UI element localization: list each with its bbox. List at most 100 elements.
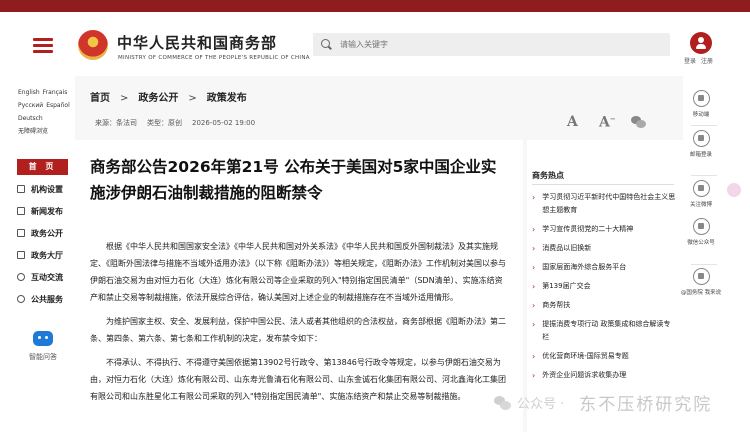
sidebar-item-government-affairs[interactable]: 政务公开 bbox=[17, 222, 63, 244]
wechat-icon bbox=[692, 218, 710, 235]
email-login-button[interactable]: 邮箱登录 bbox=[683, 130, 719, 158]
robot-icon[interactable] bbox=[33, 331, 53, 346]
sidebar-item-label: 公共服务 bbox=[31, 294, 63, 304]
article-meta: 来源：条法司 类型：原创 2026-05-02 19:00 bbox=[95, 118, 265, 128]
language-links: English Français Русский Español Deutsch 无… bbox=[18, 86, 73, 138]
sidebar-item-public-service[interactable]: 公共服务 bbox=[17, 288, 63, 310]
user-icon[interactable] bbox=[690, 32, 712, 54]
hot-topic-item[interactable]: › 学习宣传贯彻党的二十大精神 bbox=[532, 223, 677, 236]
article: 商务部公告2026年第21号 公布关于美国对5家中国企业实施涉伊朗石油制裁措施的… bbox=[75, 140, 523, 432]
robot-label[interactable]: 智能问答 bbox=[29, 352, 57, 362]
hot-topic-item[interactable]: › 提振消费专项行动 政策集成和综合解读专栏 bbox=[532, 318, 677, 344]
article-date: 2026-05-02 19:00 bbox=[192, 119, 256, 127]
chevron-right-icon: › bbox=[532, 193, 536, 202]
breadcrumb-home[interactable]: 首页 bbox=[90, 93, 110, 104]
lang-german[interactable]: Deutsch bbox=[18, 115, 43, 122]
state-council-icon bbox=[692, 268, 710, 285]
hot-topic-label: 优化营商环境-国际贸易专题 bbox=[542, 352, 629, 360]
menu-icon[interactable] bbox=[33, 38, 53, 53]
weibo-icon bbox=[692, 180, 710, 197]
lang-russian[interactable]: Русский bbox=[18, 102, 43, 109]
hot-topic-item[interactable]: › 优化营商环境-国际贸易专题 bbox=[532, 350, 677, 363]
accessibility-link[interactable]: 无障碍浏览 bbox=[18, 128, 48, 135]
chevron-right-icon: › bbox=[532, 244, 536, 253]
search-icon[interactable] bbox=[321, 39, 332, 50]
breadcrumb-policy[interactable]: 政策发布 bbox=[207, 93, 247, 104]
hot-topic-item[interactable]: › 国家层面海外综合服务平台 bbox=[532, 261, 677, 274]
sidebar-item-interaction[interactable]: 互动交流 bbox=[17, 266, 63, 288]
hot-topic-label: 商务帮扶 bbox=[542, 301, 571, 309]
service-icon bbox=[17, 295, 25, 303]
login-link[interactable]: 登录 bbox=[684, 58, 696, 65]
hot-topic-item[interactable]: › 学习贯彻习近平新时代中国特色社会主义思想主题教育 bbox=[532, 191, 677, 217]
chevron-right-icon: › bbox=[532, 301, 536, 310]
wechat-watermark-icon bbox=[494, 395, 512, 410]
top-strip bbox=[0, 0, 750, 12]
header: 中华人民共和国商务部 MINISTRY OF COMMERCE OF THE P… bbox=[0, 12, 750, 76]
chevron-right-icon: › bbox=[532, 263, 536, 272]
divider bbox=[532, 184, 674, 185]
wechat-official-button[interactable]: 微信公众号 bbox=[683, 218, 719, 246]
sidebar-item-label: 机构设置 bbox=[31, 184, 63, 194]
article-title: 商务部公告2026年第21号 公布关于美国对5家中国企业实施涉伊朗石油制裁措施的… bbox=[90, 158, 497, 202]
hot-topic-label: 学习贯彻习近平新时代中国特色社会主义思想主题教育 bbox=[542, 193, 676, 214]
sidebar-item-label: 新闻发布 bbox=[31, 206, 63, 216]
hot-topics-title: 商务热点 bbox=[532, 171, 564, 180]
wechat-share-icon[interactable] bbox=[631, 116, 646, 128]
sidebar-nav: 机构设置 新闻发布 政务公开 政务大厅 互动交流 公共服务 bbox=[17, 178, 63, 310]
search-input[interactable] bbox=[340, 40, 640, 49]
sidebar-item-service-hall[interactable]: 政务大厅 bbox=[17, 244, 63, 266]
sidebar-item-label: 政务公开 bbox=[31, 228, 63, 238]
sidebar-item-news[interactable]: 新闻发布 bbox=[17, 200, 63, 222]
hot-topic-item[interactable]: › 外资企业问题诉求收集办理 bbox=[532, 369, 677, 382]
lang-spanish[interactable]: Español bbox=[46, 102, 70, 109]
auth-links: 登录 注册 bbox=[684, 56, 718, 65]
hot-topic-label: 第139届广交会 bbox=[542, 282, 591, 290]
floating-assistant-icon[interactable] bbox=[727, 183, 741, 197]
state-council-button[interactable]: @国务院 我来说 bbox=[677, 268, 725, 296]
article-paragraph: 不得承认、不得执行、不得遵守美国依据第13902号行政令、第13846号行政令等… bbox=[90, 358, 506, 401]
hot-topic-label: 国家层面海外综合服务平台 bbox=[542, 263, 627, 271]
search-box[interactable] bbox=[313, 33, 670, 56]
lang-french[interactable]: Français bbox=[43, 89, 68, 96]
hot-topics-list: › 学习贯彻习近平新时代中国特色社会主义思想主题教育 › 学习宣传贯彻党的二十大精神… bbox=[532, 191, 677, 388]
hot-topic-item[interactable]: › 第139届广交会 bbox=[532, 280, 677, 293]
article-body: 根据《中华人民共和国国家安全法》《中华人民共和国对外关系法》《中华人民共和国反外… bbox=[90, 238, 510, 412]
lang-english[interactable]: English bbox=[18, 89, 40, 96]
font-decrease-button[interactable]: A− bbox=[599, 114, 616, 131]
watermark-main: 东不压桥研究院 bbox=[579, 395, 713, 415]
mail-icon bbox=[692, 130, 710, 147]
nav-home[interactable]: 首 页 bbox=[17, 159, 68, 175]
sidebar-item-label: 互动交流 bbox=[31, 272, 63, 282]
register-link[interactable]: 注册 bbox=[701, 58, 713, 65]
font-increase-button[interactable]: A bbox=[567, 114, 578, 130]
article-paragraph: 根据《中华人民共和国国家安全法》《中华人民共和国对外关系法》《中华人民共和国反外… bbox=[90, 242, 506, 302]
util-label: 关注微博 bbox=[689, 202, 712, 208]
util-label: @国务院 我来说 bbox=[680, 290, 722, 296]
national-emblem-icon[interactable] bbox=[78, 30, 108, 60]
sidebar-item-organization[interactable]: 机构设置 bbox=[17, 178, 63, 200]
breadcrumb-separator: > bbox=[188, 93, 197, 104]
sidebar-item-label: 政务大厅 bbox=[31, 250, 63, 260]
hot-topic-label: 提振消费专项行动 政策集成和综合解读专栏 bbox=[542, 320, 671, 341]
hot-topic-item[interactable]: › 消费品以旧换新 bbox=[532, 242, 677, 255]
chat-icon bbox=[17, 273, 25, 281]
mobile-button[interactable]: 移动端 bbox=[683, 90, 719, 118]
font-decrease-label: A bbox=[599, 114, 610, 131]
hot-topic-item[interactable]: › 商务帮扶 bbox=[532, 299, 677, 312]
site-title[interactable]: 中华人民共和国商务部 bbox=[117, 32, 277, 53]
hot-topic-label: 消费品以旧换新 bbox=[542, 244, 592, 252]
chevron-right-icon: › bbox=[532, 371, 536, 380]
watermark: 公众号 · 东不压桥研究院 bbox=[494, 390, 712, 415]
main-content: 首页 > 政务公开 > 政策发布 来源：条法司 类型：原创 2026-05-02 19:00… bbox=[75, 76, 683, 432]
chevron-right-icon: › bbox=[532, 282, 536, 291]
breadcrumb-separator: > bbox=[120, 93, 129, 104]
mobile-icon bbox=[692, 90, 710, 107]
hot-topics-panel: 商务热点 › 学习贯彻习近平新时代中国特色社会主义思想主题教育 › 学习宣传贯彻党的… bbox=[527, 140, 683, 432]
breadcrumb-government-affairs[interactable]: 政务公开 bbox=[138, 93, 178, 104]
font-decrease-indicator: − bbox=[609, 114, 616, 123]
util-label: 邮箱登录 bbox=[689, 152, 712, 158]
weibo-button[interactable]: 关注微博 bbox=[683, 180, 719, 208]
breadcrumb: 首页 > 政务公开 > 政策发布 bbox=[90, 89, 247, 104]
article-type: 类型：原创 bbox=[147, 119, 182, 127]
